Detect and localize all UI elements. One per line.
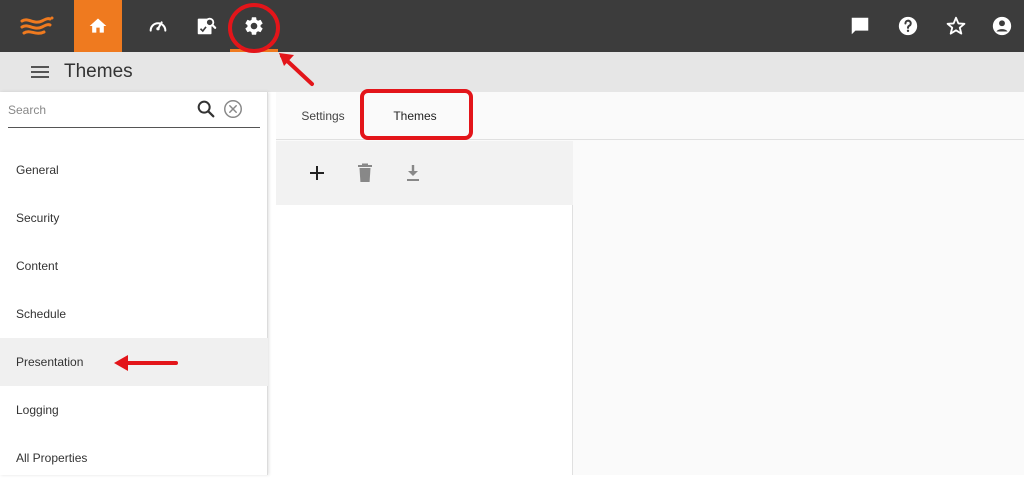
settings-button[interactable]	[230, 0, 278, 52]
themes-toolbar	[276, 141, 573, 205]
theme-details-panel	[574, 141, 1024, 475]
sidebar-item-schedule[interactable]: Schedule	[0, 290, 268, 338]
chat-button[interactable]	[836, 0, 884, 52]
themes-list-panel	[276, 141, 573, 475]
dashboard-button[interactable]	[134, 0, 182, 52]
tab-themes[interactable]: Themes	[368, 92, 462, 140]
star-icon	[946, 16, 966, 35]
menu-button[interactable]	[28, 60, 52, 84]
clear-search-icon[interactable]	[222, 98, 244, 125]
page-title: Themes	[64, 61, 133, 82]
hamburger-menu-icon	[31, 66, 49, 78]
delete-theme-button[interactable]	[353, 161, 377, 185]
top-navigation-bar	[0, 0, 1024, 52]
sidebar-nav-list: General Security Content Schedule Presen…	[0, 146, 268, 482]
search-input[interactable]	[8, 100, 188, 120]
main-content: Settings Themes	[276, 92, 1024, 475]
settings-sidebar: General Security Content Schedule Presen…	[0, 92, 268, 475]
home-button[interactable]	[74, 0, 122, 52]
add-theme-button[interactable]	[305, 161, 329, 185]
search-box	[8, 92, 260, 128]
favorites-button[interactable]	[932, 0, 980, 52]
account-icon	[992, 16, 1012, 36]
tab-settings[interactable]: Settings	[290, 92, 356, 140]
report-search-icon	[197, 17, 217, 35]
help-button[interactable]	[884, 0, 932, 52]
add-icon	[310, 166, 324, 180]
sidebar-item-security[interactable]: Security	[0, 194, 268, 242]
sidebar-item-presentation[interactable]: Presentation	[0, 338, 268, 386]
search-icon[interactable]	[195, 98, 217, 125]
delete-icon	[358, 163, 372, 182]
page-header: Themes	[0, 52, 1024, 92]
home-icon	[89, 18, 107, 33]
sidebar-item-content[interactable]: Content	[0, 242, 268, 290]
gear-icon	[245, 17, 263, 35]
dashboard-icon	[149, 21, 167, 32]
download-icon	[407, 165, 419, 181]
help-icon	[898, 16, 918, 36]
tab-bar: Settings Themes	[276, 92, 1024, 140]
sidebar-item-logging[interactable]: Logging	[0, 386, 268, 434]
download-theme-button[interactable]	[401, 161, 425, 185]
logo-icon	[0, 0, 74, 52]
chat-icon	[851, 17, 869, 35]
sidebar-item-general[interactable]: General	[0, 146, 268, 194]
report-search-button[interactable]	[182, 0, 230, 52]
account-button[interactable]	[980, 0, 1024, 52]
